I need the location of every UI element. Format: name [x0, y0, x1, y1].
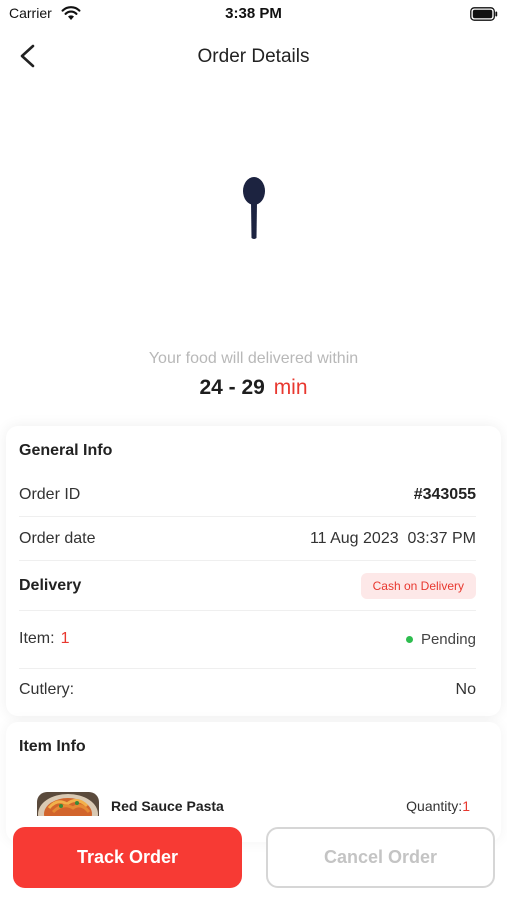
order-id-row: Order ID #343055	[19, 484, 476, 506]
order-date-value: 11 Aug 2023 03:37 PM	[309, 530, 476, 547]
item-info-title: Item Info	[19, 738, 86, 755]
general-info-title: General Info	[19, 442, 113, 459]
status-dot-icon	[405, 635, 413, 643]
cancel-order-button[interactable]: Cancel Order	[266, 827, 495, 888]
order-id-value: #343055	[413, 486, 476, 503]
eta-unit: min	[273, 376, 308, 399]
item-count-value: 1	[60, 630, 70, 647]
general-info-card	[6, 426, 501, 716]
divider	[19, 516, 476, 517]
clock: 3:38 PM	[225, 5, 282, 22]
spoon-icon	[243, 177, 265, 239]
divider	[19, 668, 476, 669]
cutlery-label: Cutlery:	[19, 681, 75, 698]
order-date-label: Order date	[19, 530, 96, 547]
status-bar: Carrier 3:38 PM	[0, 0, 507, 30]
divider	[19, 610, 476, 611]
item-name: Red Sauce Pasta	[111, 798, 224, 814]
delivery-label: Delivery	[19, 577, 82, 594]
quantity-value: 1	[462, 798, 470, 814]
delivery-estimate-message: Your food will delivered within	[148, 350, 359, 367]
item-count-row: Item: 1 Pending	[19, 628, 476, 650]
cutlery-value: No	[455, 681, 476, 698]
page-title: Order Details	[197, 46, 310, 67]
divider	[19, 560, 476, 561]
track-order-button[interactable]: Track Order	[13, 827, 242, 888]
food-image	[37, 792, 99, 816]
order-status-text: Pending	[420, 630, 476, 648]
order-id-label: Order ID	[19, 486, 81, 503]
item-count-label: Item:	[19, 630, 55, 647]
delivery-eta: 24 - 29 min	[0, 376, 507, 400]
delivery-row: Delivery Cash on Delivery	[19, 572, 476, 600]
order-status: Pending	[405, 630, 476, 648]
item-quantity: Quantity:1	[406, 798, 470, 814]
battery-icon	[470, 7, 498, 21]
cutlery-row: Cutlery: No	[19, 679, 476, 701]
quantity-label: Quantity:	[406, 798, 463, 814]
payment-method-badge: Cash on Delivery	[360, 573, 476, 599]
order-date-row: Order date 11 Aug 2023 03:37 PM	[19, 528, 476, 550]
eta-range: 24 - 29	[199, 376, 265, 399]
